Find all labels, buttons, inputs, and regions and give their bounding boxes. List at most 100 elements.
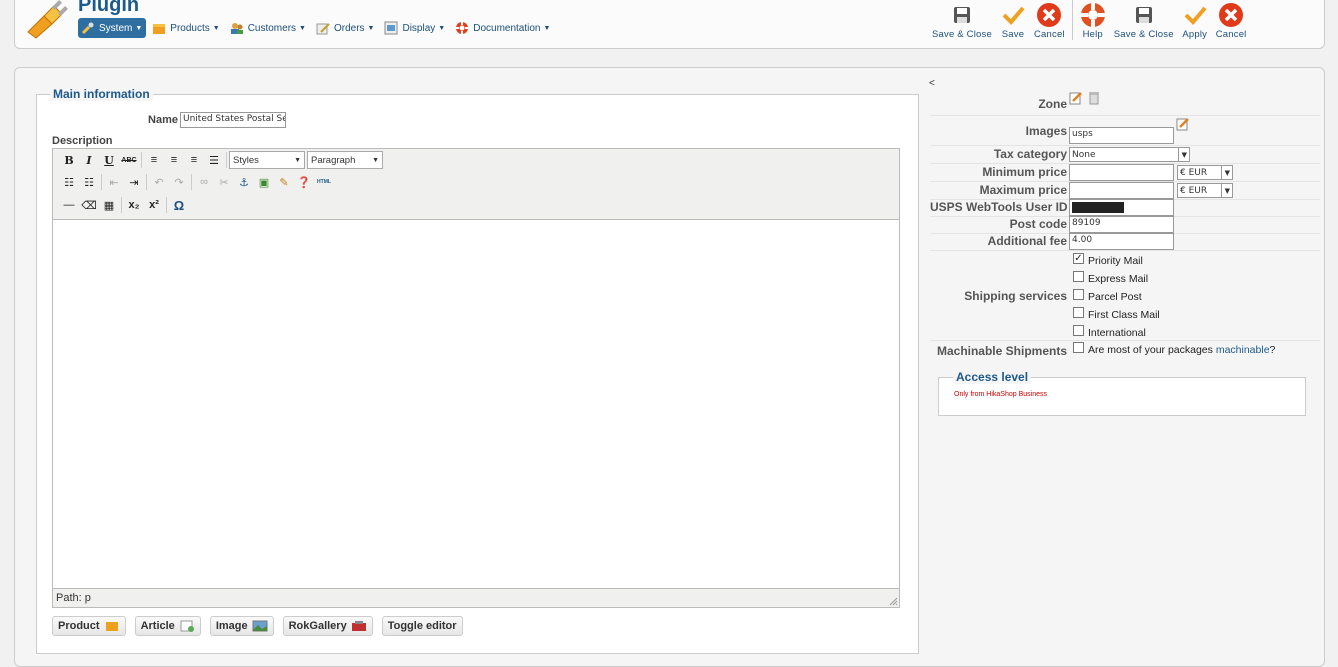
styles-select-value: Styles xyxy=(233,154,259,166)
save-close-button-2[interactable]: Save & Close xyxy=(1110,0,1178,40)
bullet-list-button[interactable]: ☷ xyxy=(59,173,79,191)
unlink-button[interactable]: ✂ xyxy=(214,173,234,191)
maximum-price-label: Maximum price xyxy=(979,183,1067,197)
table-icon: ▦ xyxy=(103,199,115,212)
numbered-list-button[interactable]: ☷ xyxy=(79,173,99,191)
subscript-icon: x₂ xyxy=(128,199,140,211)
paragraph-select[interactable]: Paragraph ▼ xyxy=(307,151,383,169)
align-left-button[interactable]: ≡ xyxy=(144,151,164,169)
indent-button[interactable]: ⇥ xyxy=(124,173,144,191)
minimum-price-row: Minimum price € EUR ▼ xyxy=(930,164,1320,182)
save-button[interactable]: Save xyxy=(996,0,1030,40)
help-editor-button[interactable]: ❓ xyxy=(294,173,314,191)
article-icon xyxy=(179,620,195,632)
toggle-editor-button[interactable]: Toggle editor xyxy=(381,616,463,636)
remove-format-button[interactable]: ⌫ xyxy=(79,196,99,214)
table-button[interactable]: ▦ xyxy=(99,196,119,214)
access-level-legend: Access level xyxy=(953,370,1032,384)
strikethrough-button[interactable]: ABC xyxy=(119,151,139,169)
checkbox[interactable] xyxy=(1073,289,1084,300)
post-code-input[interactable]: 89109 xyxy=(1069,216,1174,233)
lifebuoy-icon xyxy=(1080,2,1106,28)
toolbar-separator xyxy=(146,174,147,190)
styles-select[interactable]: Styles ▼ xyxy=(229,151,305,169)
menu-customers[interactable]: Customers ▼ xyxy=(227,18,310,38)
checkbox[interactable] xyxy=(1073,325,1084,336)
help-button[interactable]: Help xyxy=(1076,0,1110,40)
redo-button[interactable]: ↷ xyxy=(169,173,189,191)
editor-toolbar-row-2: ☷ ☷ ⇤ ⇥ ↶ ↷ ∞ ✂ ⚓ ▣ ✎ ❓ HTML xyxy=(59,172,334,192)
zone-row: Zone xyxy=(930,88,1320,116)
save-icon xyxy=(949,2,975,28)
subscript-button[interactable]: x₂ xyxy=(124,196,144,214)
name-input[interactable]: United States Postal Service xyxy=(180,112,286,128)
minimum-price-currency: € EUR xyxy=(1180,167,1208,178)
service-label: International xyxy=(1088,327,1146,339)
minimum-price-input[interactable] xyxy=(1069,164,1174,181)
underline-button[interactable]: U xyxy=(99,151,119,169)
special-char-button[interactable]: Ω xyxy=(169,196,189,214)
html-source-button[interactable]: HTML xyxy=(314,173,334,191)
maximum-price-input[interactable] xyxy=(1069,182,1174,199)
menu-system[interactable]: System ▼ xyxy=(78,18,147,38)
machinable-option[interactable]: Are most of your packages machinable? xyxy=(1073,342,1275,356)
checkbox[interactable] xyxy=(1073,307,1084,318)
checkbox[interactable] xyxy=(1073,342,1084,353)
align-right-button[interactable]: ≡ xyxy=(184,151,204,169)
eraser-icon: ⌫ xyxy=(81,199,97,212)
chevron-down-icon: ▼ xyxy=(1177,148,1187,161)
image-button-label: Image xyxy=(215,620,248,632)
maximum-price-currency-select[interactable]: € EUR ▼ xyxy=(1177,183,1233,198)
menu-customers-label: Customers xyxy=(247,22,297,34)
resize-grip-icon[interactable] xyxy=(888,596,898,606)
images-input[interactable]: usps xyxy=(1069,127,1174,144)
superscript-button[interactable]: x² xyxy=(144,196,164,214)
machinable-link[interactable]: machinable xyxy=(1216,344,1270,356)
cancel-button-2[interactable]: Cancel xyxy=(1212,0,1251,40)
outdent-button[interactable]: ⇤ xyxy=(104,173,124,191)
service-international[interactable]: International xyxy=(1073,325,1146,339)
edit-icon[interactable] xyxy=(1069,91,1083,108)
bold-button[interactable]: B xyxy=(59,151,79,169)
service-first-class-mail[interactable]: First Class Mail xyxy=(1073,307,1160,321)
service-label: First Class Mail xyxy=(1088,309,1160,321)
apply-button[interactable]: Apply xyxy=(1178,0,1212,40)
align-right-icon: ≡ xyxy=(190,154,198,166)
article-button[interactable]: Article xyxy=(134,616,201,636)
checkbox[interactable] xyxy=(1073,271,1084,282)
italic-button[interactable]: I xyxy=(79,151,99,169)
cancel-button[interactable]: Cancel xyxy=(1030,0,1069,40)
insert-image-button[interactable]: ▣ xyxy=(254,173,274,191)
save-close-button[interactable]: Save & Close xyxy=(928,0,996,40)
rokgallery-button[interactable]: RokGallery xyxy=(282,616,373,636)
usps-user-id-input[interactable] xyxy=(1069,199,1174,216)
checkbox-checked[interactable]: ✓ xyxy=(1073,253,1084,264)
menu-documentation[interactable]: Documentation ▼ xyxy=(452,18,554,38)
service-priority-mail[interactable]: ✓ Priority Mail xyxy=(1073,253,1143,267)
align-justify-button[interactable]: ☰ xyxy=(204,151,224,169)
minimum-price-currency-select[interactable]: € EUR ▼ xyxy=(1177,165,1233,180)
anchor-button[interactable]: ⚓ xyxy=(234,173,254,191)
toolbar-divider xyxy=(1071,0,1073,40)
edit-icon[interactable] xyxy=(1176,117,1190,134)
horizontal-rule-button[interactable]: — xyxy=(59,196,79,214)
service-express-mail[interactable]: Express Mail xyxy=(1073,271,1148,285)
cancel-label-2: Cancel xyxy=(1215,29,1247,40)
service-parcel-post[interactable]: Parcel Post xyxy=(1073,289,1142,303)
trash-icon[interactable] xyxy=(1088,91,1100,108)
link-button[interactable]: ∞ xyxy=(194,173,214,191)
additional-fee-input[interactable]: 4.00 xyxy=(1069,233,1174,250)
image-button[interactable]: Image xyxy=(209,616,274,636)
product-button[interactable]: Product xyxy=(52,616,126,636)
undo-button[interactable]: ↶ xyxy=(149,173,169,191)
menu-products[interactable]: Products ▼ xyxy=(149,18,223,38)
cleanup-button[interactable]: ✎ xyxy=(274,173,294,191)
checkmark-icon xyxy=(1000,2,1026,28)
align-center-button[interactable]: ≡ xyxy=(164,151,184,169)
chevron-down-icon: ▼ xyxy=(135,24,143,32)
menu-orders[interactable]: Orders ▼ xyxy=(313,18,379,38)
tax-category-select[interactable]: None ▼ xyxy=(1069,147,1190,162)
editor-content-area[interactable] xyxy=(53,219,899,589)
menu-display[interactable]: Display ▼ xyxy=(381,18,449,38)
gallery-icon xyxy=(351,620,367,632)
